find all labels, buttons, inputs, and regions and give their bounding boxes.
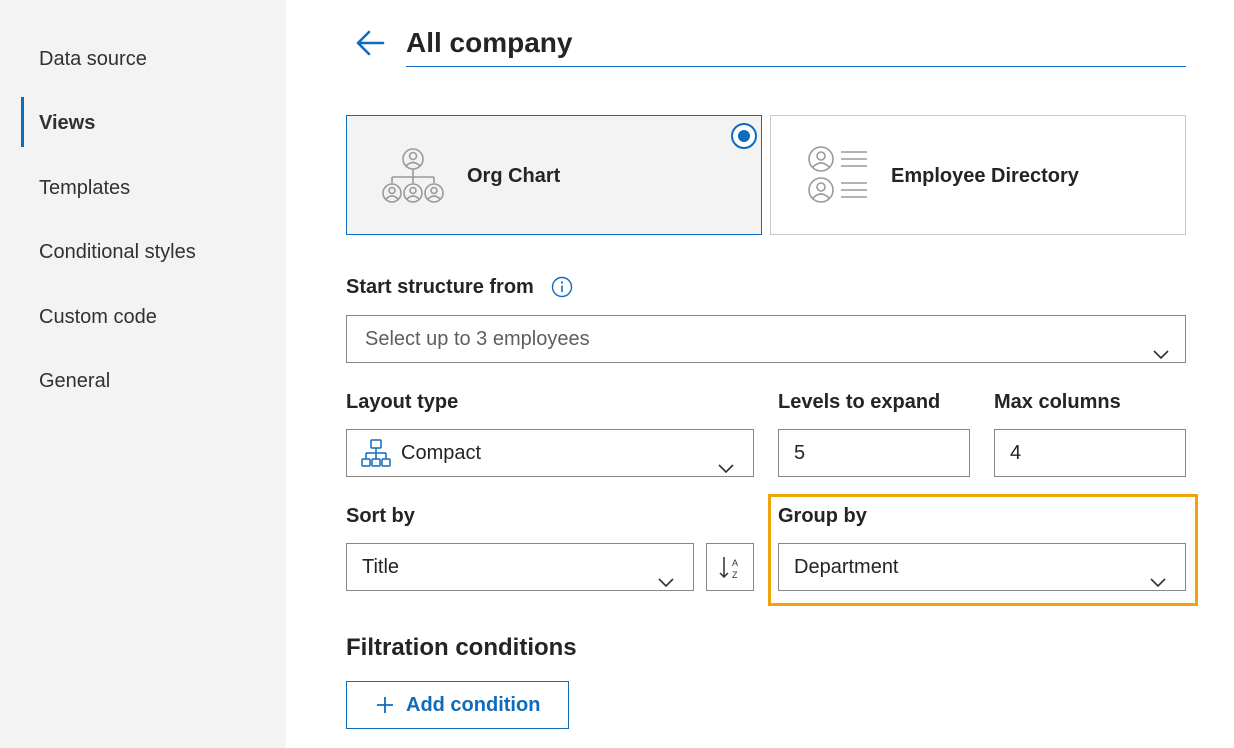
info-icon[interactable] bbox=[551, 276, 573, 298]
levels-to-expand-label: Levels to expand bbox=[778, 391, 941, 413]
layout-type-value: Compact bbox=[401, 442, 482, 464]
layout-type-label: Layout type bbox=[346, 391, 459, 413]
org-chart-label: Org Chart bbox=[467, 165, 561, 187]
start-structure-placeholder: Select up to 3 employees bbox=[365, 328, 590, 350]
sidebar: Data source Views Templates Conditional … bbox=[0, 0, 286, 748]
max-columns-label: Max columns bbox=[994, 391, 1121, 413]
page-title[interactable]: All company bbox=[406, 26, 572, 60]
group-by-select[interactable]: Department bbox=[778, 543, 1186, 591]
employee-directory-icon bbox=[805, 146, 869, 206]
sort-by-select[interactable]: Title bbox=[346, 543, 694, 591]
levels-to-expand-input[interactable]: 5 bbox=[778, 429, 970, 477]
levels-to-expand-value: 5 bbox=[794, 442, 806, 464]
title-underline bbox=[406, 66, 1186, 67]
group-by-value: Department bbox=[794, 556, 899, 578]
org-chart-radio[interactable] bbox=[731, 123, 757, 149]
view-card-org-chart[interactable]: Org Chart bbox=[346, 115, 762, 235]
filtration-conditions-title: Filtration conditions bbox=[346, 634, 577, 661]
sort-by-value: Title bbox=[362, 556, 400, 578]
max-columns-input[interactable]: 4 bbox=[994, 429, 1186, 477]
sort-by-label: Sort by bbox=[346, 505, 415, 527]
hierarchy-icon bbox=[361, 439, 391, 469]
sidebar-item-data-source[interactable]: Data source bbox=[39, 46, 147, 72]
max-columns-value: 4 bbox=[1010, 442, 1022, 464]
add-condition-label: Add condition bbox=[406, 694, 541, 716]
chevron-down-icon bbox=[657, 560, 675, 588]
sidebar-item-templates[interactable]: Templates bbox=[39, 175, 130, 201]
svg-text:A: A bbox=[732, 558, 738, 568]
view-card-employee-directory[interactable]: Employee Directory bbox=[770, 115, 1186, 235]
plus-icon bbox=[375, 695, 395, 715]
sidebar-item-views[interactable]: Views bbox=[39, 110, 95, 136]
back-arrow-icon[interactable] bbox=[354, 28, 386, 58]
org-chart-icon bbox=[381, 146, 445, 206]
chevron-down-icon bbox=[1152, 332, 1170, 360]
sidebar-item-custom-code[interactable]: Custom code bbox=[39, 304, 157, 330]
chevron-down-icon bbox=[1149, 560, 1167, 588]
chevron-down-icon bbox=[717, 446, 735, 474]
sidebar-item-general[interactable]: General bbox=[39, 368, 110, 394]
sidebar-item-conditional-styles[interactable]: Conditional styles bbox=[39, 239, 196, 265]
start-structure-label: Start structure from bbox=[346, 276, 534, 298]
sort-ascending-icon: A Z bbox=[719, 555, 743, 581]
add-condition-button[interactable]: Add condition bbox=[346, 681, 569, 729]
group-by-label: Group by bbox=[778, 505, 867, 527]
start-structure-select[interactable]: Select up to 3 employees bbox=[346, 315, 1186, 363]
active-nav-indicator bbox=[21, 97, 24, 147]
svg-text:Z: Z bbox=[732, 570, 738, 580]
employee-directory-label: Employee Directory bbox=[891, 165, 1079, 187]
sort-direction-button[interactable]: A Z bbox=[706, 543, 754, 591]
layout-type-select[interactable]: Compact bbox=[346, 429, 754, 477]
